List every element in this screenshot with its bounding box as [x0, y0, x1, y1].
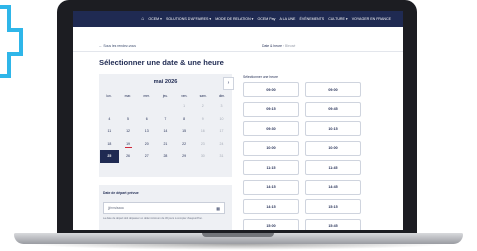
weekday-label: sam. [199, 94, 207, 98]
calendar-day: 24 [219, 141, 224, 146]
calendar-icon[interactable]: ▦ [216, 203, 220, 214]
step-separator: › [282, 44, 285, 48]
time-selection-label: Sélectionner une heure [243, 75, 279, 79]
back-link[interactable]: ← Sous les rendez-vous [99, 44, 136, 48]
header-divider [73, 51, 403, 52]
calendar-day: 30 [200, 154, 205, 159]
calendar-day[interactable]: 21 [156, 138, 175, 151]
calendar: mai 2026 lun. mar. mer. jeu. ven. sam. d… [99, 74, 232, 177]
calendar-day: 2 [201, 104, 204, 109]
departure-label: Date de départ prévue [103, 191, 139, 195]
nav-item-ocem[interactable]: OCEM ▾ [148, 17, 162, 21]
calendar-day[interactable]: 12 [119, 125, 138, 138]
time-slot-grid: 09:00 09:00 09:15 09:45 09:30 10:15 10:00 10:00… [243, 82, 373, 230]
time-slot-button[interactable]: 15:45 [305, 218, 361, 230]
weekday-label: mar. [124, 94, 132, 98]
calendar-day[interactable]: 14 [156, 125, 175, 138]
time-slot-button[interactable]: 14:15 [243, 179, 299, 195]
time-slot-button[interactable]: 09:15 [243, 101, 299, 117]
calendar-empty-cell [100, 100, 119, 113]
step-date-heure: Date & heure [262, 44, 282, 48]
calendar-day: 16 [200, 129, 205, 134]
calendar-day[interactable]: 11 [100, 125, 119, 138]
page-title: Sélectionner une date & une heure [99, 58, 224, 67]
time-slot-button[interactable]: 09:00 [305, 82, 361, 97]
laptop-screen: ⌂ OCEM ▾ SOLUTIONS D'AFFAIRES ▾ MODE DE … [73, 11, 403, 230]
departure-date-placeholder: jj/mm/aaaa [108, 206, 124, 210]
nav-item-mode-relation[interactable]: MODE DE RELATION ▾ [215, 17, 253, 21]
decorative-bracket-icon [0, 5, 23, 78]
time-slot-button[interactable]: 09:30 [243, 121, 299, 136]
calendar-day[interactable]: 29 [175, 150, 194, 163]
weekday-label: ven. [181, 94, 188, 98]
calendar-day[interactable]: 6 [137, 113, 156, 126]
time-slot-button[interactable]: 09:00 [243, 82, 299, 97]
calendar-day: 31 [219, 154, 224, 159]
time-slot-button[interactable]: 15:15 [305, 199, 361, 214]
time-slot-button[interactable]: 11:45 [305, 160, 361, 175]
calendar-day[interactable]: 5 [119, 113, 138, 126]
calendar-day[interactable]: 20 [137, 138, 156, 151]
next-month-button[interactable]: › [223, 77, 234, 90]
calendar-day[interactable]: 4 [100, 113, 119, 126]
time-slot-button[interactable]: 09:45 [305, 101, 361, 117]
calendar-empty-cell [119, 100, 138, 113]
calendar-day[interactable]: 18 [100, 138, 119, 151]
time-slot-button[interactable]: 11:15 [243, 160, 299, 175]
weekday-label: dim. [218, 94, 226, 98]
calendar-day[interactable]: 7 [156, 113, 175, 126]
calendar-day[interactable]: 8 [175, 113, 194, 126]
nav-item-culture[interactable]: CULTURE ▾ [328, 17, 348, 21]
calendar-day[interactable]: 25 [100, 150, 119, 163]
step-indicator: Date & heure › Bleusé [262, 44, 295, 48]
weekday-label: jeu. [162, 94, 169, 98]
time-slot-button[interactable]: 14:45 [305, 179, 361, 195]
top-navigation: ⌂ OCEM ▾ SOLUTIONS D'AFFAIRES ▾ MODE DE … [73, 11, 403, 27]
calendar-day-grid: 1 2 3 4 5 6 7 8 9 10 11 12 13 14 15 16 17 18 19 20 21 22 23 24 2… [100, 100, 231, 163]
calendar-day: 17 [219, 129, 224, 134]
laptop-notch [202, 233, 274, 237]
chevron-right-icon: › [227, 80, 230, 86]
nav-item-ocem-pay[interactable]: OCEM Pay [257, 17, 275, 21]
calendar-day: 23 [200, 141, 205, 146]
home-icon[interactable]: ⌂ [141, 16, 144, 22]
calendar-day[interactable]: 15 [175, 125, 194, 138]
calendar-day: 1 [183, 104, 186, 109]
calendar-day: 10 [219, 116, 224, 121]
calendar-day: 9 [201, 116, 204, 121]
nav-item-solutions[interactable]: SOLUTIONS D'AFFAIRES ▾ [166, 17, 211, 21]
calendar-day[interactable]: 26 [119, 150, 138, 163]
calendar-day[interactable]: 27 [137, 150, 156, 163]
calendar-day[interactable]: 22 [175, 138, 194, 151]
departure-date-section: Date de départ prévue jj/mm/aaaa ▦ La da… [99, 185, 232, 230]
calendar-day[interactable]: 19 [119, 138, 138, 151]
weekday-label: lun. [106, 94, 112, 98]
nav-item-a-la-une[interactable]: A LA UNE [279, 17, 295, 21]
calendar-weekdays: lun. mar. mer. jeu. ven. sam. dim. [100, 94, 231, 98]
time-slot-button[interactable]: 10:00 [305, 140, 361, 156]
calendar-day[interactable]: 28 [156, 150, 175, 163]
time-slot-button[interactable]: 10:00 [243, 140, 299, 156]
time-slot-button[interactable]: 10:15 [305, 121, 361, 136]
calendar-month-label: mai 2026 [153, 79, 178, 85]
time-slot-button[interactable]: 15:00 [243, 218, 299, 230]
step-next: Bleusé [285, 44, 296, 48]
nav-item-voyager[interactable]: VOYAGER EN FRANCE [352, 17, 391, 21]
time-slot-button[interactable]: 14:15 [243, 199, 299, 214]
departure-date-field[interactable]: jj/mm/aaaa ▦ [103, 202, 225, 214]
departure-note: La date de départ doit dépasser un délai… [103, 217, 203, 220]
calendar-day: 3 [220, 104, 223, 109]
calendar-empty-cell [156, 100, 175, 113]
weekday-label: mer. [143, 94, 150, 98]
calendar-day[interactable]: 13 [137, 125, 156, 138]
calendar-empty-cell [137, 100, 156, 113]
nav-item-evenements[interactable]: ÉVÉNEMENTS [299, 17, 324, 21]
breadcrumb: ← Sous les rendez-vous Date & heure › Bl… [73, 41, 403, 51]
